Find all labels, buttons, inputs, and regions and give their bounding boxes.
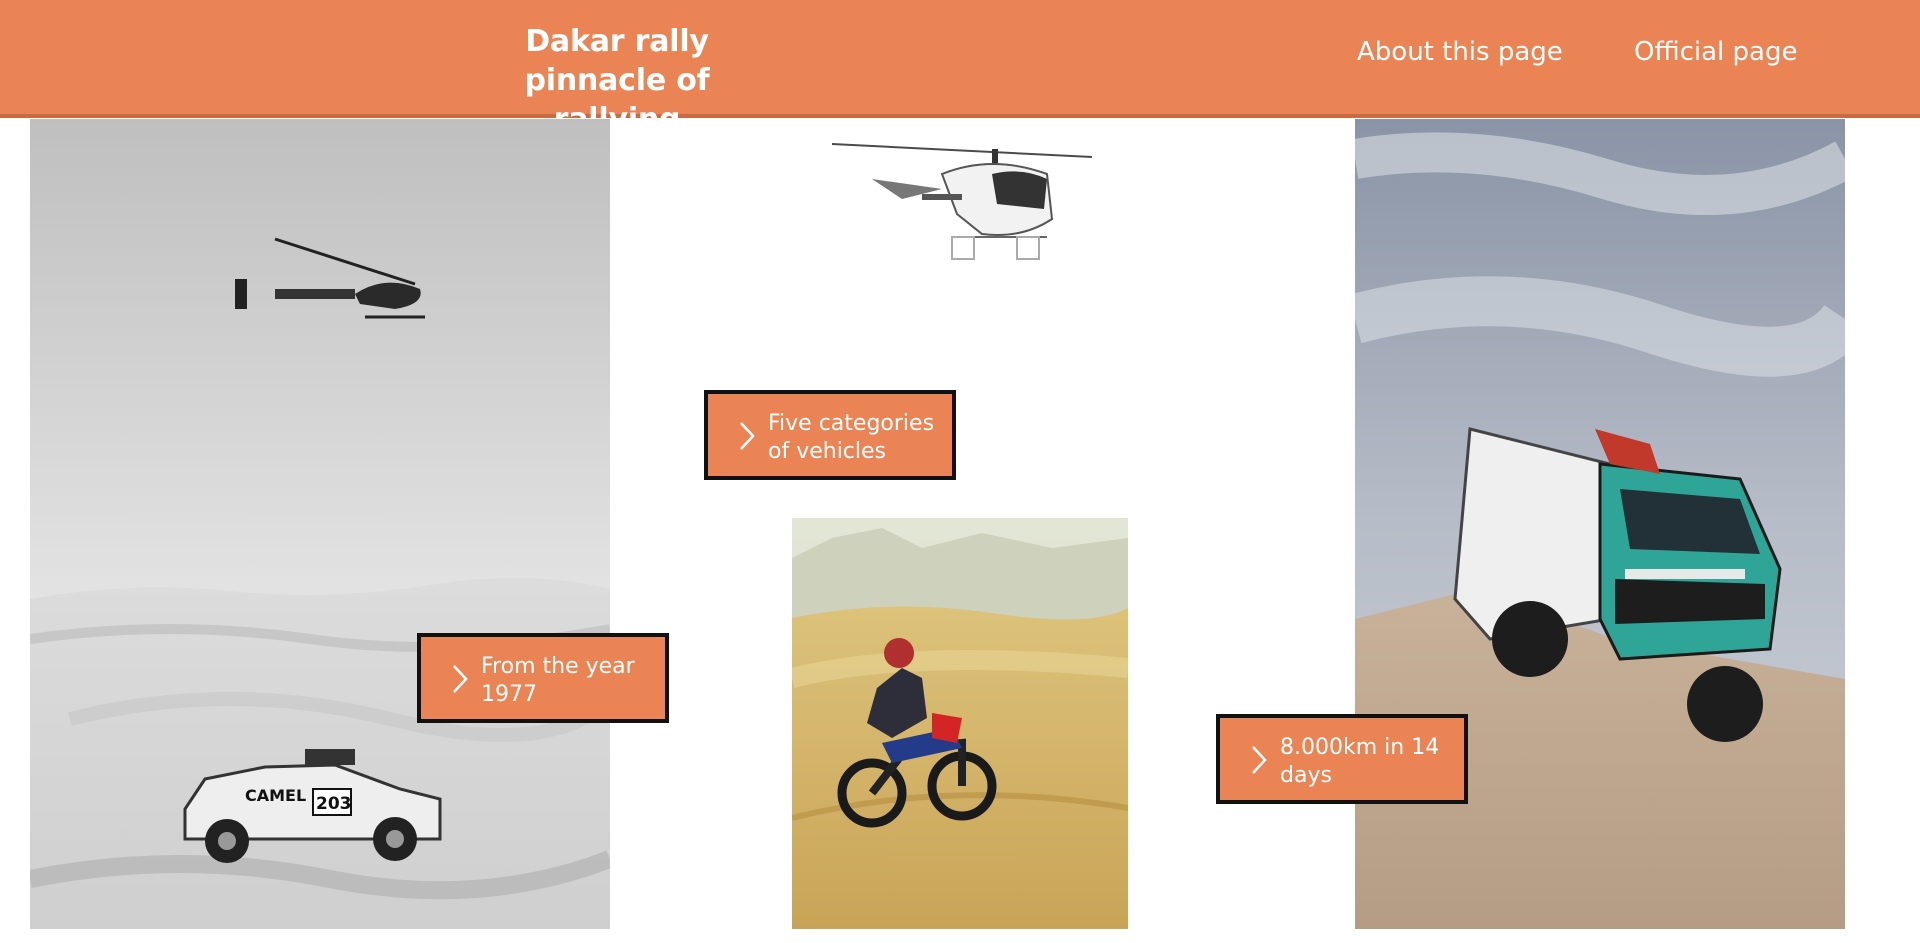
car-sponsor-text: CAMEL — [245, 786, 306, 805]
vehicle-categories-card-label: Five categories of vehicles — [768, 411, 935, 464]
nav-official-link[interactable]: Official page — [1634, 37, 1797, 67]
distance-card[interactable]: 8.000km in 14 days — [1216, 714, 1468, 804]
vehicle-categories-card[interactable]: Five categories of vehicles — [704, 390, 956, 480]
chevron-right-icon — [451, 664, 469, 698]
distance-card-label: 8.000km in 14 days — [1280, 735, 1440, 788]
from-year-card-label: From the year 1977 — [481, 654, 635, 707]
nav-about-link[interactable]: About this page — [1357, 37, 1563, 67]
helicopter-photo — [792, 119, 1128, 369]
from-year-card[interactable]: From the year 1977 — [417, 633, 669, 723]
site-title-line-1: Dakar rally — [525, 24, 709, 59]
motorbike-photo — [792, 518, 1128, 929]
chevron-right-icon — [738, 421, 756, 455]
rally-truck-photo — [1355, 119, 1845, 929]
car-number-text: 203 — [316, 794, 352, 814]
site-header: Dakar rally pinnacle of rallying About t… — [0, 0, 1920, 137]
historic-rally-photo: CAMEL 203 — [30, 119, 610, 929]
chevron-right-icon — [1250, 745, 1268, 779]
